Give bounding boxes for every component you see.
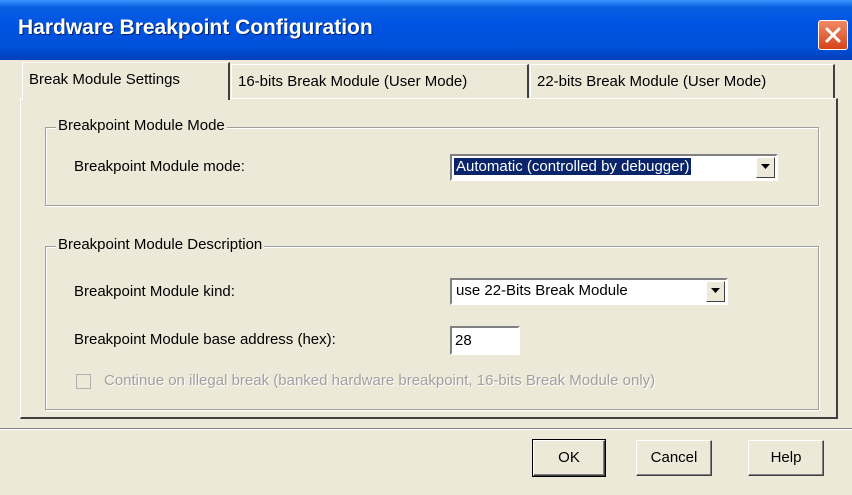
- close-button[interactable]: [818, 20, 848, 50]
- help-button[interactable]: Help: [748, 440, 824, 476]
- address-input-box[interactable]: [450, 326, 520, 355]
- mode-groupbox: Breakpoint Module Mode Breakpoint Module…: [45, 117, 819, 206]
- mode-label: Breakpoint Module mode:: [74, 158, 245, 175]
- kind-select[interactable]: use 22-Bits Break Module: [450, 278, 728, 305]
- tab-16bit-break-module[interactable]: 16-bits Break Module (User Mode): [231, 64, 529, 98]
- continue-label: Continue on illegal break (banked hardwa…: [104, 372, 656, 389]
- mode-select-value: Automatic (controlled by debugger): [452, 157, 693, 176]
- mode-dropdown-button[interactable]: [756, 157, 775, 178]
- tab-break-module-settings[interactable]: Break Module Settings: [22, 62, 230, 100]
- separator: [0, 428, 852, 430]
- kind-select-value: use 22-Bits Break Module: [456, 282, 628, 299]
- tab-label: 22-bits Break Module (User Mode): [537, 73, 767, 90]
- continue-checkbox[interactable]: [76, 374, 91, 389]
- close-icon: [825, 27, 841, 43]
- mode-group-title: Breakpoint Module Mode: [56, 117, 227, 134]
- mode-select[interactable]: Automatic (controlled by debugger): [450, 154, 778, 181]
- kind-label: Breakpoint Module kind:: [74, 283, 235, 300]
- address-input[interactable]: [452, 328, 518, 352]
- description-groupbox: Breakpoint Module Description Breakpoint…: [45, 236, 819, 410]
- chevron-down-icon: [761, 164, 770, 169]
- dialog-window: Hardware Breakpoint Configuration Break …: [0, 0, 852, 495]
- cancel-button[interactable]: Cancel: [636, 440, 712, 476]
- chevron-down-icon: [711, 288, 720, 293]
- tab-22bit-break-module[interactable]: 22-bits Break Module (User Mode): [530, 64, 835, 98]
- tab-panel: Breakpoint Module Mode Breakpoint Module…: [20, 98, 838, 419]
- ok-button[interactable]: OK: [532, 439, 606, 477]
- description-group-title: Breakpoint Module Description: [56, 236, 265, 253]
- tab-label: 16-bits Break Module (User Mode): [238, 73, 468, 90]
- address-label: Breakpoint Module base address (hex):: [74, 331, 336, 348]
- tab-label: Break Module Settings: [29, 71, 180, 88]
- title-bar[interactable]: Hardware Breakpoint Configuration: [0, 0, 852, 60]
- window-title: Hardware Breakpoint Configuration: [18, 16, 373, 39]
- kind-dropdown-button[interactable]: [706, 281, 725, 302]
